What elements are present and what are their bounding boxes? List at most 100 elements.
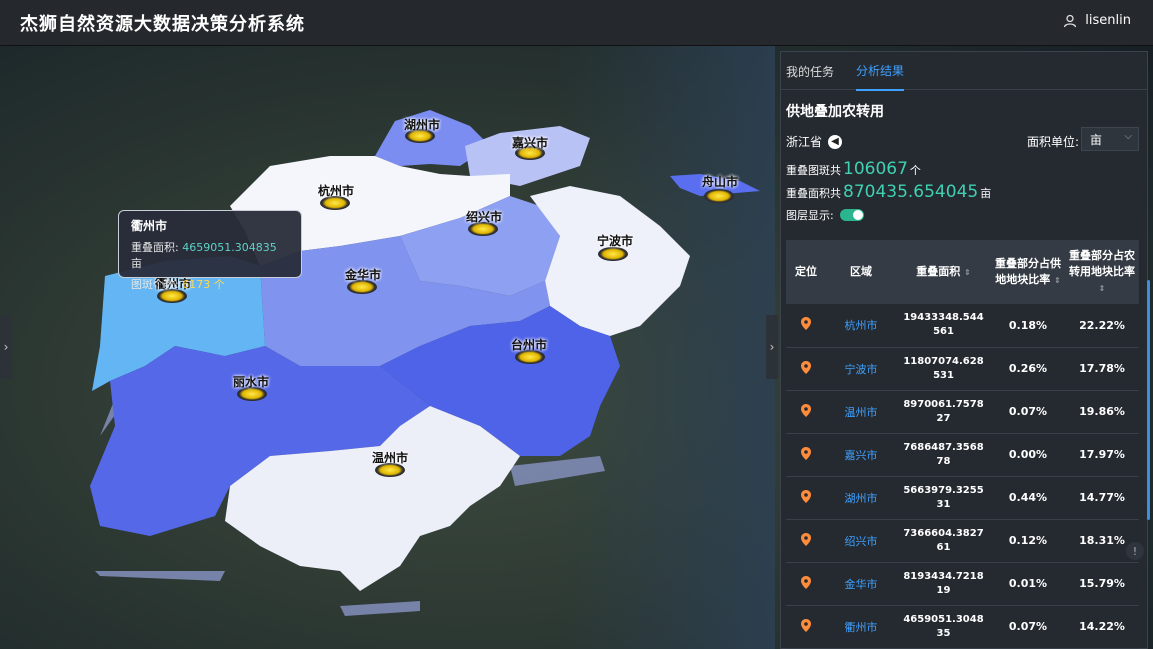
table-scrollbar[interactable] xyxy=(1147,280,1150,520)
supply-ratio-cell: 0.12% xyxy=(991,519,1065,563)
city-label-hangzhou: 杭州市 xyxy=(318,184,355,198)
app-title: 杰狮自然资源大数据决策分析系统 xyxy=(20,13,305,35)
locate-cell[interactable] xyxy=(786,347,826,391)
user-menu[interactable]: lisenlin xyxy=(1063,13,1131,28)
sort-icon: ⇕ xyxy=(1098,283,1106,293)
province-map xyxy=(90,110,760,616)
tooltip-area-row: 重叠面积: 4659051.304835 亩 xyxy=(131,239,289,271)
table-row[interactable]: 衢州市 4659051.304835 0.07% 14.22% xyxy=(786,605,1139,649)
area-cell[interactable]: 金华市 xyxy=(826,562,896,606)
location-pin-icon[interactable] xyxy=(801,446,811,460)
supply-ratio-cell: 0.07% xyxy=(991,605,1065,649)
sort-icon: ⇕ xyxy=(964,267,971,277)
location-pin-icon[interactable] xyxy=(801,618,811,632)
table-row[interactable]: 金华市 8193434.721819 0.01% 15.79% xyxy=(786,562,1139,606)
farm-ratio-cell: 19.86% xyxy=(1065,390,1139,434)
table-row[interactable]: 杭州市 19433348.544561 0.18% 22.22% xyxy=(786,304,1139,348)
info-icon[interactable]: ! xyxy=(1126,542,1144,560)
farm-ratio-cell: 22.22% xyxy=(1065,304,1139,348)
supply-ratio-cell: 0.18% xyxy=(991,304,1065,348)
stat-area-unit: 亩 xyxy=(980,187,992,200)
chevron-down-icon: ⌵ xyxy=(1124,131,1132,142)
location-pin-icon[interactable] xyxy=(801,532,811,546)
location-pin-icon[interactable] xyxy=(801,317,811,331)
chevron-right-icon: › xyxy=(769,340,775,354)
stat-area-value: 870435.654045 xyxy=(843,182,979,202)
tooltip-area-label: 重叠面积: xyxy=(131,241,179,254)
col-header-farm-ratio[interactable]: 重叠部分占农转用地块比率 ⇕ xyxy=(1065,240,1139,304)
stat-area-label: 重叠面积共 xyxy=(786,187,841,200)
size-cell: 4659051.304835 xyxy=(896,605,991,649)
table-row[interactable]: 绍兴市 7366604.382761 0.12% 18.31% xyxy=(786,519,1139,563)
panel-tabs: 我的任务 分析结果 xyxy=(781,50,1147,91)
unit-select[interactable]: 亩 ⌵ xyxy=(1081,127,1139,151)
city-pin-ningbo[interactable] xyxy=(598,247,628,261)
area-cell[interactable]: 湖州市 xyxy=(826,476,896,520)
city-label-zhoushan: 舟山市 xyxy=(702,175,739,189)
table-row[interactable]: 温州市 8970061.757827 0.07% 19.86% xyxy=(786,390,1139,434)
locate-cell[interactable] xyxy=(786,433,826,477)
area-cell[interactable]: 衢州市 xyxy=(826,605,896,649)
tooltip-count-label: 图斑个数: xyxy=(131,278,179,291)
city-pin-zhoushan[interactable] xyxy=(704,189,734,203)
map-tooltip: 衢州市 重叠面积: 4659051.304835 亩 图斑个数: 6173 个 xyxy=(118,210,302,291)
farm-ratio-cell: 17.97% xyxy=(1065,433,1139,477)
sort-icon: ⇕ xyxy=(1054,275,1061,285)
tooltip-count-unit: 个 xyxy=(213,278,225,291)
size-cell: 5663979.325531 xyxy=(896,476,991,520)
table-body: 杭州市 19433348.544561 0.18% 22.22% 宁波市 11807074… xyxy=(786,304,1139,649)
farm-ratio-cell: 17.78% xyxy=(1065,347,1139,391)
city-label-huzhou: 湖州市 xyxy=(404,118,441,132)
results-table: 定位 区域 重叠面积 ⇕ 重叠部分占供地地块比率 ⇕ 重叠部分占农转用地块比率 … xyxy=(786,240,1150,649)
locate-cell[interactable] xyxy=(786,476,826,520)
city-label-wenzhou: 温州市 xyxy=(372,451,409,465)
back-arrow-icon[interactable]: ◀ xyxy=(828,134,843,149)
province-selector[interactable]: 浙江省 ◀ xyxy=(786,133,843,150)
city-label-taizhou: 台州市 xyxy=(511,338,548,352)
area-cell[interactable]: 嘉兴市 xyxy=(826,433,896,477)
user-icon xyxy=(1064,14,1077,27)
location-pin-icon[interactable] xyxy=(801,360,811,374)
locate-cell[interactable] xyxy=(786,562,826,606)
supply-ratio-cell: 0.26% xyxy=(991,347,1065,391)
col-header-size[interactable]: 重叠面积 ⇕ xyxy=(896,240,991,304)
locate-cell[interactable] xyxy=(786,304,826,348)
table-row[interactable]: 嘉兴市 7686487.356878 0.00% 17.97% xyxy=(786,433,1139,477)
size-cell: 8970061.757827 xyxy=(896,390,991,434)
stat-count: 重叠图斑共 106067 个 xyxy=(786,159,1147,182)
supply-ratio-cell: 0.00% xyxy=(991,433,1065,477)
location-pin-icon[interactable] xyxy=(801,575,811,589)
locate-cell[interactable] xyxy=(786,390,826,434)
table-row[interactable]: 宁波市 11807074.628531 0.26% 17.78% xyxy=(786,347,1139,391)
col-header-supply-ratio[interactable]: 重叠部分占供地地块比率 ⇕ xyxy=(991,240,1065,304)
locate-cell[interactable] xyxy=(786,605,826,649)
left-collapse-button[interactable]: › xyxy=(0,315,12,379)
map-view[interactable]: 湖州市 嘉兴市 杭州市 舟山市 绍兴市 宁波市 金华市 衢州市 台州市 丽水市 … xyxy=(0,46,775,649)
city-label-jinhua: 金华市 xyxy=(345,268,382,282)
tab-my-tasks[interactable]: 我的任务 xyxy=(786,51,834,90)
panel-collapse-button[interactable]: › xyxy=(766,315,778,379)
area-cell[interactable]: 温州市 xyxy=(826,390,896,434)
location-pin-icon[interactable] xyxy=(801,489,811,503)
locate-cell[interactable] xyxy=(786,519,826,563)
city-label-ningbo: 宁波市 xyxy=(597,234,634,248)
panel-title: 供地叠加农转用 xyxy=(786,104,884,120)
analysis-panel: 我的任务 分析结果 供地叠加农转用 浙江省 ◀ 面积单位: 亩 ⌵ 重叠图斑共 … xyxy=(780,50,1150,649)
city-label-jiaxing: 嘉兴市 xyxy=(512,136,549,150)
stat-count-unit: 个 xyxy=(909,164,921,177)
area-cell[interactable]: 杭州市 xyxy=(826,304,896,348)
farm-ratio-cell: 15.79% xyxy=(1065,562,1139,606)
area-cell[interactable]: 宁波市 xyxy=(826,347,896,391)
size-cell: 11807074.628531 xyxy=(896,347,991,391)
area-cell[interactable]: 绍兴市 xyxy=(826,519,896,563)
supply-ratio-cell: 0.01% xyxy=(991,562,1065,606)
col-header-area: 区域 xyxy=(850,265,872,278)
size-cell: 7686487.356878 xyxy=(896,433,991,477)
tooltip-area-unit: 亩 xyxy=(131,257,142,270)
location-pin-icon[interactable] xyxy=(801,403,811,417)
stat-area: 重叠面积共 870435.654045 亩 xyxy=(786,182,1147,205)
stat-count-value: 106067 xyxy=(843,159,908,179)
tab-analysis-results[interactable]: 分析结果 xyxy=(856,50,905,91)
layer-display-toggle[interactable] xyxy=(839,209,864,221)
table-row[interactable]: 湖州市 5663979.325531 0.44% 14.77% xyxy=(786,476,1139,520)
